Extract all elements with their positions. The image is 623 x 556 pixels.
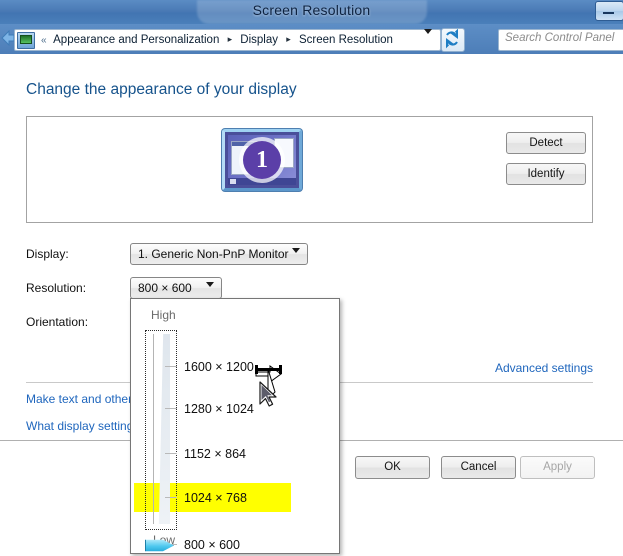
content-area: Change the appearance of your display 1 … (0, 54, 623, 556)
resolution-option[interactable]: 1280 × 1024 (184, 402, 254, 416)
slider-tick (165, 453, 177, 454)
breadcrumb-item-appearance[interactable]: Appearance and Personalization (53, 34, 219, 46)
breadcrumb-bar[interactable]: « Appearance and Personalization ▸ Displ… (14, 29, 441, 51)
display-select-value: 1. Generic Non-PnP Monitor (138, 247, 289, 261)
apply-button: Apply (520, 456, 595, 479)
resolution-dropdown-flyout[interactable]: High Low 1600 × 1200 1280 × 1024 1152 × 86… (130, 298, 340, 554)
breadcrumb-separator-icon: ▸ (286, 34, 291, 44)
what-display-settings-link[interactable]: What display setting (26, 419, 133, 433)
minimize-button[interactable] (595, 1, 623, 21)
resolution-option[interactable]: 1600 × 1200 (184, 360, 254, 374)
ok-button[interactable]: OK (355, 456, 430, 479)
monitor-frame: 1 (222, 129, 302, 191)
slider-tick (165, 408, 177, 409)
cancel-button[interactable]: Cancel (441, 456, 516, 479)
title-bar: Screen Resolution (0, 0, 623, 24)
identify-button[interactable]: Identify (506, 163, 586, 185)
detect-button[interactable]: Detect (506, 132, 586, 154)
breadcrumb-overflow-icon[interactable]: « (41, 35, 47, 46)
resolution-select-value: 800 × 600 (138, 281, 192, 295)
display-label: Display: (26, 247, 69, 261)
screen-resolution-window: Screen Resolution « Appearance and Perso… (0, 0, 623, 556)
monitor-preview[interactable]: 1 (222, 129, 302, 193)
resolution-label: Resolution: (26, 281, 87, 295)
refresh-icon (446, 28, 458, 49)
minimize-icon (603, 12, 614, 14)
display-select[interactable]: 1. Generic Non-PnP Monitor (130, 243, 308, 267)
slider-high-label: High (151, 308, 176, 322)
breadcrumb-dropdown-icon[interactable] (424, 29, 437, 51)
breadcrumb-item-screen-resolution[interactable]: Screen Resolution (299, 34, 393, 46)
search-placeholder: Search Control Panel (505, 32, 615, 44)
advanced-settings-link[interactable]: Advanced settings (495, 361, 593, 375)
monitor-taskbar-icon (228, 178, 296, 185)
breadcrumb: « Appearance and Personalization ▸ Displ… (37, 32, 393, 48)
refresh-button[interactable] (441, 28, 465, 52)
search-input[interactable]: Search Control Panel (498, 29, 623, 51)
page-title: Change the appearance of your display (26, 81, 297, 98)
resolution-slider-rail (153, 334, 154, 524)
resolution-option[interactable]: 800 × 600 (184, 538, 240, 552)
control-panel-display-icon (17, 32, 35, 49)
breadcrumb-separator-icon: ▸ (227, 34, 233, 44)
breadcrumb-item-display[interactable]: Display (240, 34, 278, 46)
display-preview-panel: 1 Detect Identify (26, 116, 593, 223)
resolution-option[interactable]: 1024 × 768 (184, 491, 247, 505)
monitor-number-badge: 1 (243, 141, 281, 179)
window-title: Screen Resolution (252, 2, 371, 18)
orientation-label: Orientation: (26, 315, 89, 329)
slider-tick (165, 366, 177, 367)
slider-tick (165, 497, 177, 498)
resolution-option[interactable]: 1152 × 864 (184, 447, 246, 461)
make-text-larger-link[interactable]: Make text and other (26, 392, 132, 406)
chevron-down-icon (292, 248, 300, 267)
resolution-select[interactable]: 800 × 600 (130, 277, 222, 301)
